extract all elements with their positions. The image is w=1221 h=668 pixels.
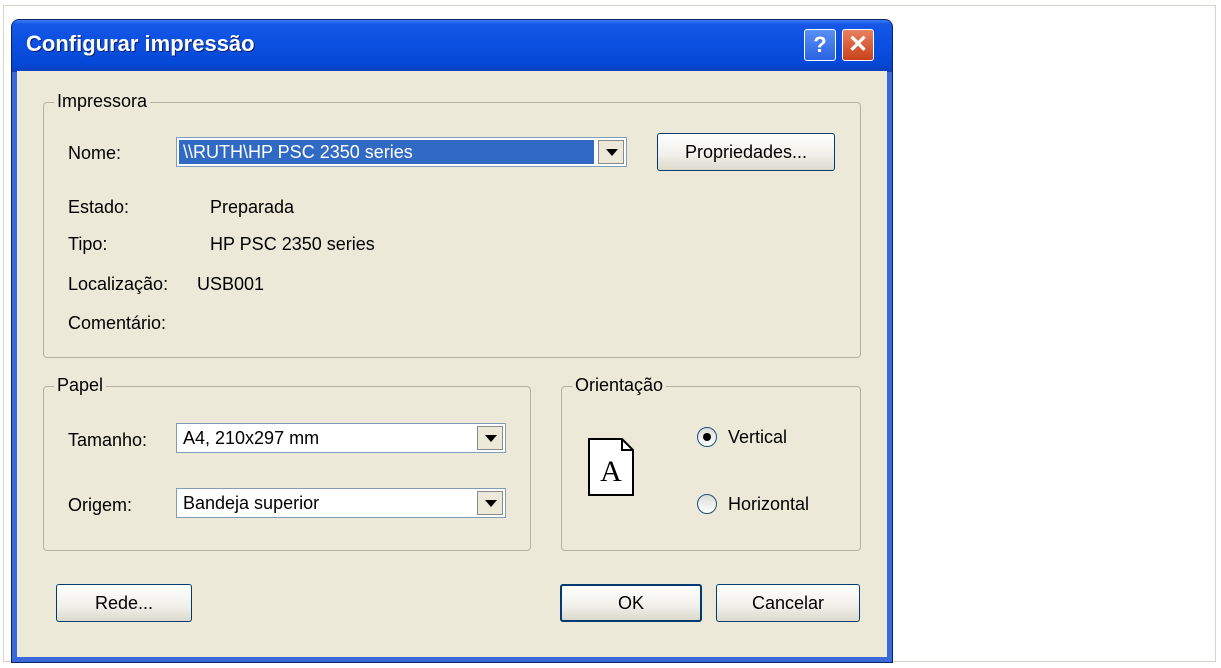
cancel-button[interactable]: Cancelar <box>716 584 860 622</box>
paper-source-value: Bandeja superior <box>183 493 320 513</box>
close-icon: ✕ <box>847 31 869 58</box>
help-button[interactable]: ? <box>804 29 836 61</box>
ok-button[interactable]: OK <box>560 584 702 622</box>
page-icon-letter: A <box>600 455 622 488</box>
help-icon: ? <box>813 32 827 57</box>
title-bar[interactable]: Configurar impressão ? ✕ <box>12 20 892 72</box>
network-button[interactable]: Rede... <box>56 584 192 622</box>
page-portrait-icon: A <box>588 438 634 496</box>
paper-size-select[interactable]: A4, 210x297 mm <box>176 423 506 453</box>
printer-name-select[interactable]: \\RUTH\HP PSC 2350 series <box>176 137 627 167</box>
landscape-label[interactable]: Horizontal <box>728 494 809 515</box>
paper-group-label: Papel <box>54 375 107 396</box>
paper-size-label: Tamanho: <box>68 430 148 450</box>
location-value: USB001 <box>197 274 265 294</box>
dialog-title: Configurar impressão <box>26 31 255 56</box>
paper-source-label: Origem: <box>68 495 133 515</box>
chevron-down-icon[interactable] <box>477 491 503 515</box>
close-button[interactable]: ✕ <box>842 29 874 61</box>
printer-group-label: Impressora <box>54 91 151 112</box>
paper-size-value: A4, 210x297 mm <box>183 428 320 448</box>
paper-group: Papel <box>43 375 531 551</box>
printer-name-value: \\RUTH\HP PSC 2350 series <box>179 140 594 164</box>
comment-label: Comentário: <box>68 313 167 333</box>
orientation-group-label: Orientação <box>572 375 667 396</box>
portrait-label[interactable]: Vertical <box>728 427 787 448</box>
portrait-radio[interactable] <box>697 427 717 447</box>
status-value: Preparada <box>210 197 295 217</box>
chevron-down-icon[interactable] <box>598 140 624 164</box>
properties-button[interactable]: Propriedades... <box>657 133 835 171</box>
type-value: HP PSC 2350 series <box>210 234 375 254</box>
chevron-down-icon[interactable] <box>477 426 503 450</box>
type-label: Tipo: <box>68 234 108 254</box>
printer-name-label: Nome: <box>68 143 122 163</box>
status-label: Estado: <box>68 197 130 217</box>
paper-source-select[interactable]: Bandeja superior <box>176 488 506 518</box>
location-label: Localização: <box>68 274 169 294</box>
landscape-radio[interactable] <box>697 494 717 514</box>
